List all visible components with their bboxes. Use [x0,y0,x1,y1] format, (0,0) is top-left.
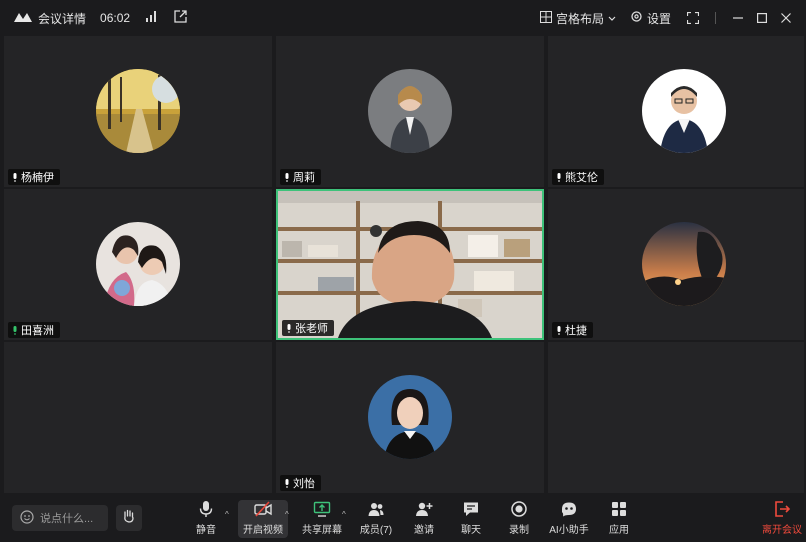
start-video-label: 开启视频 [243,525,283,536]
fullscreen-icon[interactable] [681,6,705,30]
raise-hand-button[interactable] [116,505,142,531]
record-label: 录制 [509,525,529,536]
members-label: 成员(7) [359,525,393,536]
name-tag: 张老师 [282,320,334,336]
microphone-icon [199,501,213,517]
mic-muted-icon [13,172,17,182]
participant-name: 刘怡 [293,478,315,490]
empty-tile [4,342,272,493]
video-grid: 杨楠伊 周莉 熊艾伦 田喜洲 张老师 杜捷 刘怡 [4,36,804,493]
invite-icon [416,502,433,516]
avatar [368,69,452,153]
exit-icon [775,501,791,517]
participant-name: 田喜洲 [21,325,54,337]
members-icon [368,503,384,516]
mic-muted-icon [287,323,291,333]
mic-muted-icon [285,478,289,488]
avatar [642,222,726,306]
chat-label: 聊天 [461,525,481,536]
name-tag: 杨楠伊 [8,169,60,185]
chat-placeholder: 说点什么... [40,513,94,525]
ai-assistant-icon [562,502,576,517]
avatar [96,69,180,153]
mute-button[interactable]: 静音 [184,500,228,538]
participant-name: 杜捷 [565,325,587,337]
settings-button[interactable]: 设置 [630,10,671,27]
share-screen-label: 共享屏幕 [302,525,342,536]
avatar [96,222,180,306]
record-icon [511,501,527,517]
participant-tile[interactable]: 熊艾伦 [548,36,804,187]
mic-active-icon [13,325,17,335]
emoji-icon[interactable] [20,509,34,527]
participant-tile[interactable]: 周莉 [276,36,544,187]
empty-tile [548,342,804,493]
chevron-down-icon [608,11,616,25]
chat-button[interactable]: 聊天 [449,500,493,538]
ai-assistant-button[interactable]: AI小助手 [545,500,593,538]
video-feed [278,191,542,338]
meeting-details-button[interactable]: 会议详情 [38,10,86,27]
settings-label: 设置 [646,11,671,26]
share-screen-button[interactable]: 共享屏幕 [300,500,344,538]
participant-tile[interactable]: 杨楠伊 [4,36,272,187]
name-tag: 田喜洲 [8,322,60,338]
layout-label: 宫格布局 [555,11,604,26]
mic-muted-icon [557,172,561,182]
meeting-toolbar: 说点什么... 静音 ^ 开启视频 ^ 共享屏幕 ^ 成员(7) 邀请 聊天 录… [0,494,806,542]
participant-name: 张老师 [295,323,328,335]
apps-button[interactable]: 应用 [597,500,641,538]
name-tag: 杜捷 [552,322,593,338]
participant-name: 周莉 [293,172,315,184]
mute-options-caret[interactable]: ^ [225,510,229,519]
share-screen-icon [313,501,331,517]
video-options-caret[interactable]: ^ [285,510,289,519]
name-tag: 刘怡 [280,475,321,491]
grid-layout-icon [539,10,552,26]
avatar [642,69,726,153]
name-tag: 熊艾伦 [552,169,604,185]
start-video-button[interactable]: 开启视频 [238,500,288,538]
participant-name: 熊艾伦 [565,172,598,184]
hand-icon [121,508,137,529]
divider [715,12,716,24]
mute-label: 静音 [196,525,216,536]
record-button[interactable]: 录制 [497,500,541,538]
close-icon[interactable] [774,6,798,30]
members-button[interactable]: 成员(7) [354,500,398,538]
participant-tile[interactable]: 刘怡 [276,342,544,493]
mic-muted-icon [557,325,561,335]
title-bar: 会议详情 06:02 宫格布局 设置 [0,0,806,36]
apps-label: 应用 [609,525,629,536]
app-logo-icon [14,11,32,26]
meeting-duration: 06:02 [100,11,131,25]
leave-meeting-button[interactable]: 离开会议 [760,500,804,538]
mic-muted-icon [285,172,289,182]
minimize-icon[interactable] [726,6,750,30]
participant-tile[interactable]: 杜捷 [548,189,804,340]
apps-icon [612,502,626,516]
avatar [368,375,452,459]
invite-label: 邀请 [414,525,434,536]
popout-icon[interactable] [174,10,187,26]
participant-name: 杨楠伊 [21,172,54,184]
invite-button[interactable]: 邀请 [402,500,446,538]
share-options-caret[interactable]: ^ [342,510,346,519]
name-tag: 周莉 [280,169,321,185]
chat-input[interactable]: 说点什么... [12,505,108,531]
video-off-icon [254,501,272,517]
signal-strength-icon[interactable] [146,11,158,25]
participant-tile[interactable]: 田喜洲 [4,189,272,340]
ai-assistant-label: AI小助手 [549,525,589,536]
participant-video-tile[interactable]: 张老师 [276,189,544,340]
chat-icon [464,502,478,516]
gear-icon [630,10,643,26]
maximize-icon[interactable] [750,6,774,30]
leave-meeting-label: 离开会议 [762,525,802,536]
layout-button[interactable]: 宫格布局 [539,10,616,27]
